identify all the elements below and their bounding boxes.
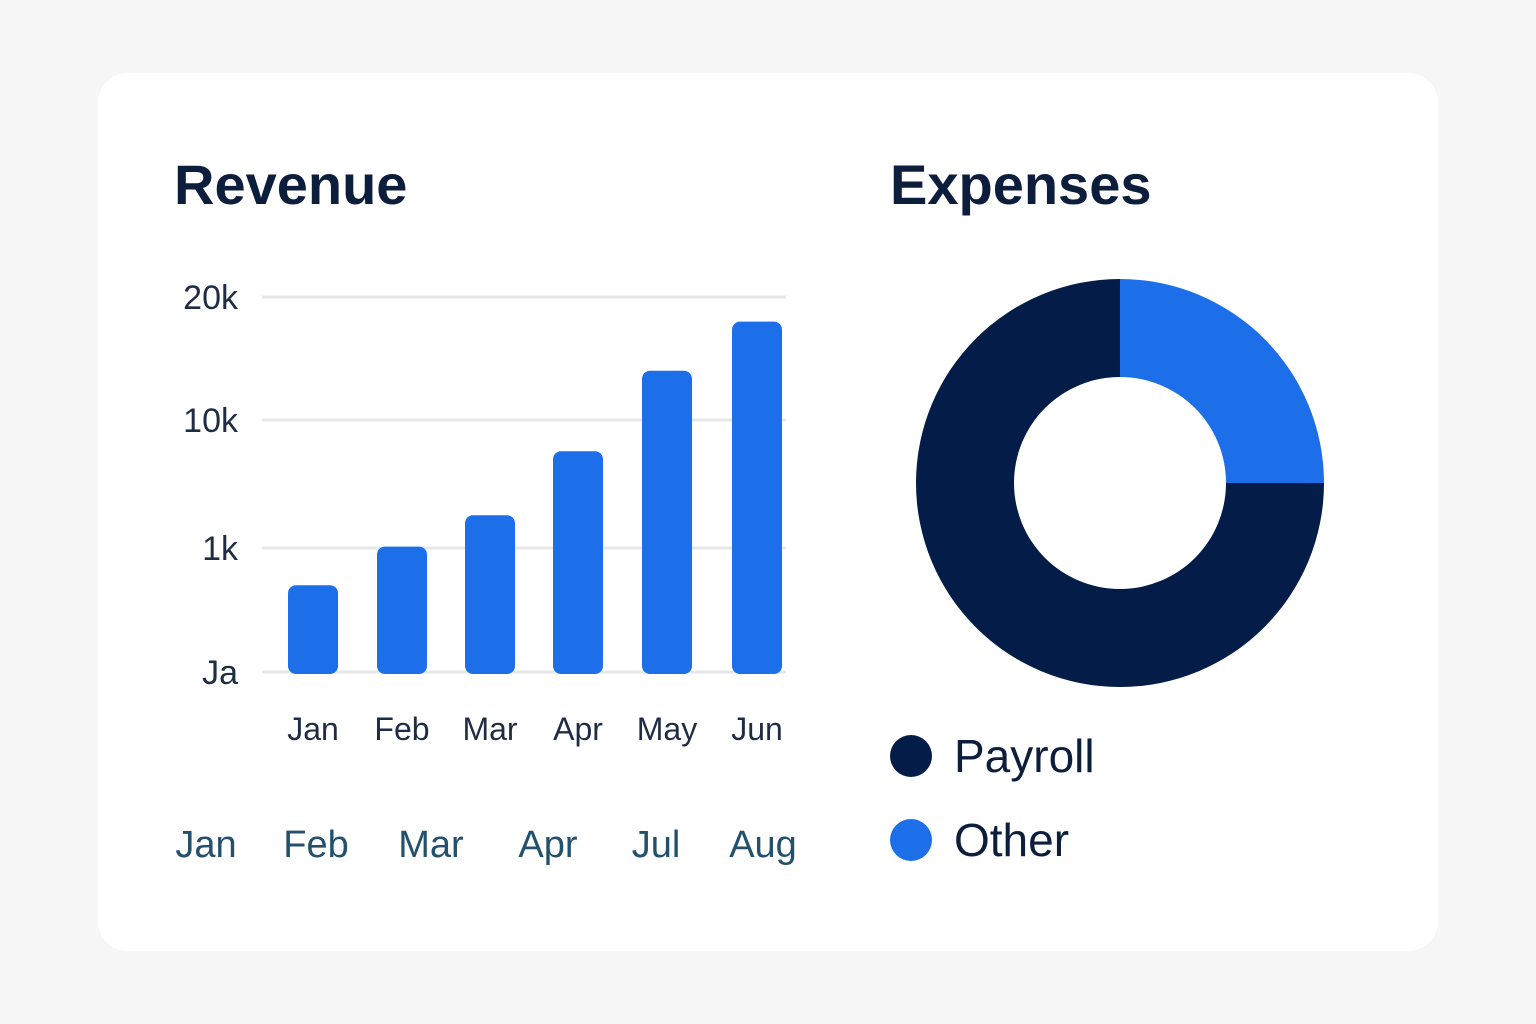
payroll-swatch [890, 735, 932, 777]
x-tick-label: Jan [287, 711, 339, 747]
secondary-x-label: Jan [175, 824, 236, 866]
secondary-x-label: Mar [398, 824, 464, 866]
x-tick-label: Mar [462, 711, 517, 747]
chart-card: Revenue Expenses Ja 1k 10k 20k Jan Feb Mar Apr… [98, 73, 1438, 951]
expenses-donut-chart [916, 279, 1324, 687]
x-tick-label: May [637, 711, 697, 747]
other-swatch [890, 819, 932, 861]
secondary-x-label: Jul [632, 824, 681, 866]
expenses-legend: Payroll Other [890, 733, 1095, 863]
x-tick-label: Feb [374, 711, 429, 747]
secondary-x-label: Apr [518, 824, 577, 866]
secondary-x-label: Feb [283, 824, 348, 866]
secondary-x-label: Aug [729, 824, 797, 866]
donut-slice-other [1120, 279, 1324, 483]
x-tick-label: Jun [731, 711, 783, 747]
legend-item-payroll: Payroll [890, 733, 1095, 779]
x-tick-label: Apr [553, 711, 603, 747]
other-label: Other [954, 814, 1070, 866]
legend-item-other: Other [890, 817, 1095, 863]
payroll-label: Payroll [954, 730, 1095, 782]
